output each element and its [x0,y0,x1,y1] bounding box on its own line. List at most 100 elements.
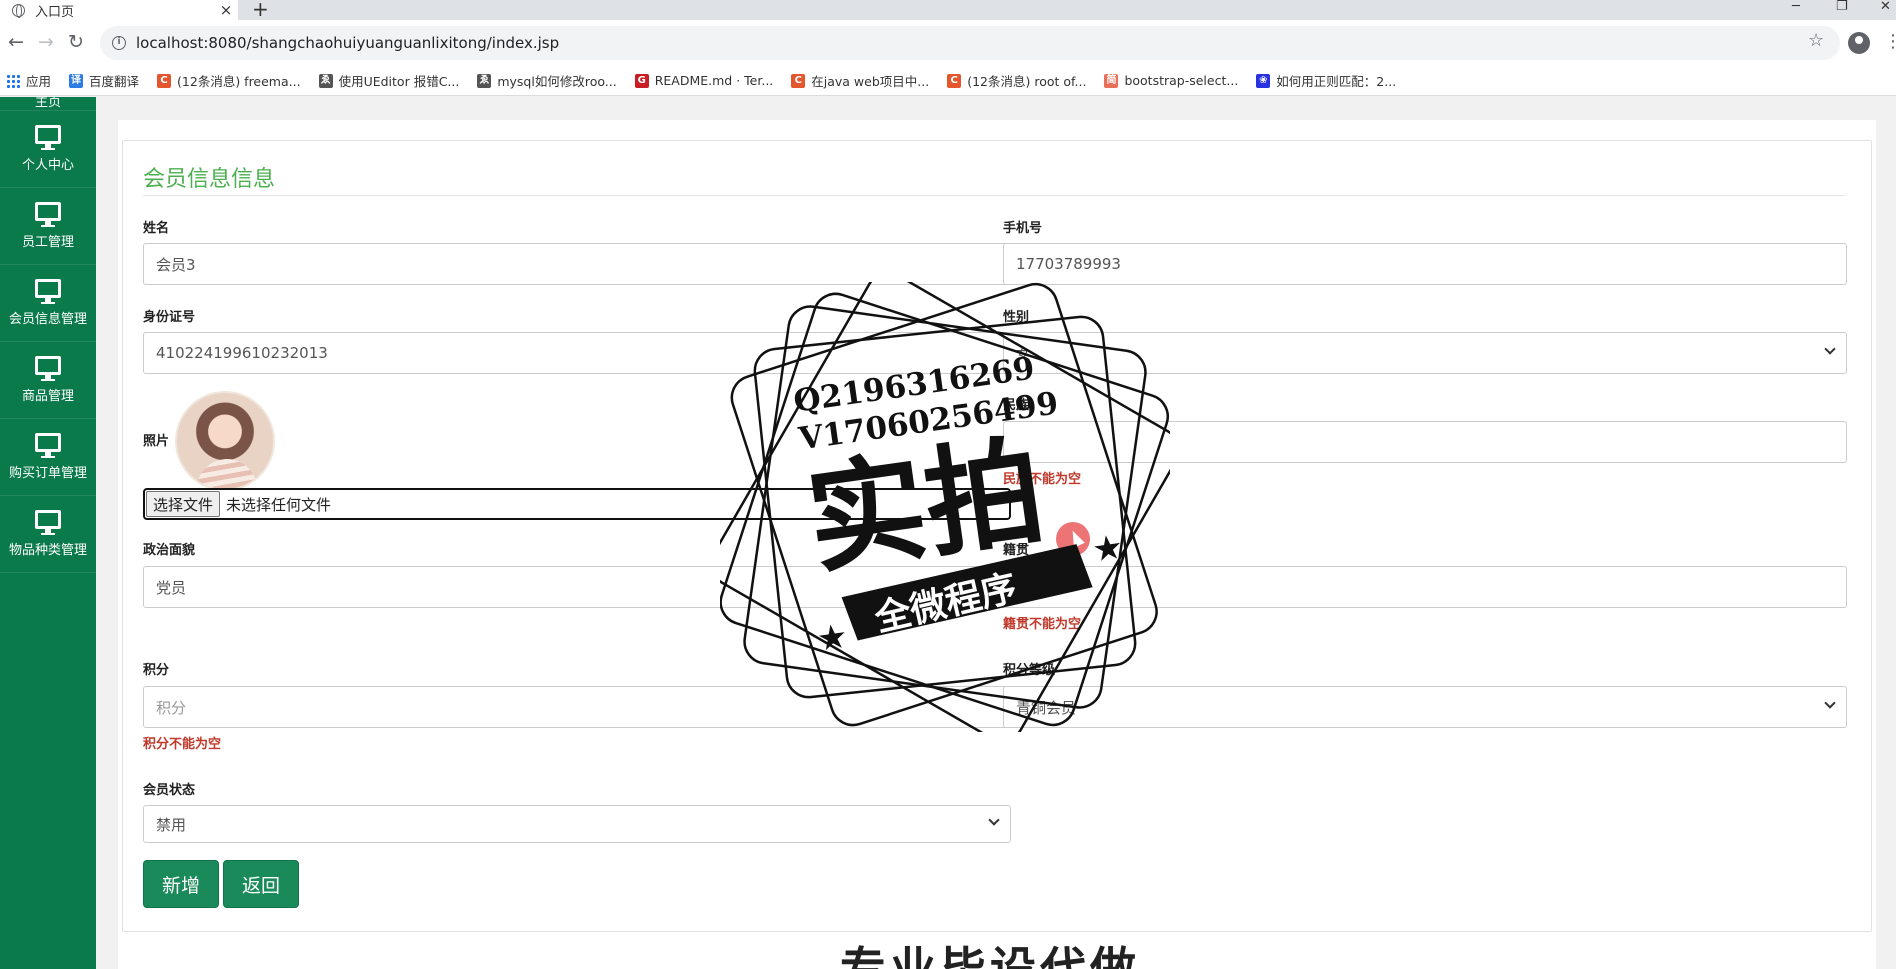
native-place-error: 籍贯不能为空 [1003,617,1082,632]
photo-file-input[interactable]: 选择文件 未选择任何文件 [143,488,1011,520]
chevron-down-icon [1824,343,1836,355]
bookmark-item[interactable]: 译百度翻译 [69,71,139,90]
idcard-input[interactable]: 410224199610232013 [143,332,1011,374]
points-label: 积分 [143,663,170,678]
phone-label: 手机号 [1003,221,1043,236]
sidebar-item-0[interactable]: 个人中心 [0,111,96,188]
points-input[interactable]: 积分 [143,686,1011,728]
chevron-down-icon [988,814,1000,826]
url-field[interactable]: i localhost:8080/shangchaohuiyuanguanlix… [100,26,1840,60]
sidebar-item-3[interactable]: 商品管理 [0,342,96,419]
native-place-input[interactable] [1003,566,1847,608]
csdn-icon: C [791,73,806,88]
bookmark-item[interactable]: G README.md · Ter... [634,73,774,88]
gender-value: 女 [1016,344,1032,363]
bookmark-label: mysql如何修改roo... [497,74,617,89]
info-icon[interactable]: i [112,36,126,50]
bookmark-item[interactable]: 简 bootstrap-select... [1104,73,1238,88]
profile-avatar-icon[interactable] [1848,32,1870,54]
sidebar-item-label: 物品种类管理 [8,543,87,558]
sidebar-item-5[interactable]: 物品种类管理 [0,496,96,573]
close-window-icon[interactable]: ✕ [1880,0,1891,14]
sidebar-item-label: 会员信息管理 [8,312,87,327]
title-divider [143,195,1845,196]
ethnicity-label: 民族 [1003,398,1030,413]
restore-icon[interactable]: ❐ [1836,0,1848,14]
sidebar: 主页 个人中心员工管理会员信息管理 商品管理购买订单管理 物品种类管理 [0,97,96,969]
choose-file-button[interactable]: 选择文件 [146,491,221,517]
monitor-icon [35,433,61,458]
browser-tab-active[interactable]: 入口页 × [0,0,238,20]
bookmark-item[interactable]: ゑ mysql如何修改roo... [477,71,617,90]
reload-icon[interactable]: ↻ [68,32,84,52]
political-label: 政治面貌 [143,543,196,558]
script-icon: ゑ [318,73,333,88]
points-level-label: 积分等级 [1003,663,1056,678]
form-title: 会员信息信息 [143,167,276,192]
ethnicity-input[interactable] [1003,421,1847,463]
sidebar-item-label: 购买订单管理 [8,466,87,481]
photo-label: 照片 [143,434,170,449]
points-level-select[interactable]: 青铜会员 [1003,686,1847,728]
chevron-down-icon [1824,697,1836,709]
sidebar-item-home[interactable]: 主页 [0,97,96,111]
forward-arrow-icon[interactable]: → [38,32,54,52]
status-value: 禁用 [156,815,187,834]
browser-menu-icon[interactable]: ⋮ [1884,32,1896,52]
csdn-icon: C [947,73,962,88]
points-level-value: 青铜会员 [1016,698,1077,717]
gitee-icon: G [634,73,649,88]
sidebar-item-2[interactable]: 会员信息管理 [0,265,96,342]
member-form-card: 会员信息信息 姓名 会员3 手机号 17703789993 身份证号 41022… [122,140,1872,932]
back-button[interactable]: 返回 [223,860,299,908]
native-place-label: 籍贯 [1003,543,1030,558]
name-input[interactable]: 会员3 [143,243,1011,285]
bookmark-label: bootstrap-select... [1124,73,1239,88]
footer-heading: 专业毕设代做 [840,942,1140,969]
bookmark-item[interactable]: C (12条消息) freema... [157,71,301,90]
csdn-icon: C [157,73,172,88]
sidebar-item-label: 商品管理 [21,389,74,404]
gender-select[interactable]: 女 [1003,332,1847,374]
tab-title: 入口页 [35,4,75,20]
bookmark-star-icon[interactable]: ☆ [1808,30,1824,51]
political-input[interactable]: 党员 [143,566,1011,608]
back-arrow-icon[interactable]: ← [8,32,24,52]
baidu-paw-icon: ❀ [1256,73,1271,88]
monitor-icon [35,279,61,304]
sidebar-item-label: 个人中心 [21,158,74,173]
minimize-icon[interactable]: ─ [1792,0,1800,14]
sidebar-item-label: 员工管理 [21,235,74,250]
bookmark-item[interactable]: ゑ使用UEditor 报错C... [318,71,459,90]
member-photo [175,391,275,491]
bookmark-item[interactable]: ❀ 如何用正则匹配：2... [1256,71,1396,90]
idcard-label: 身份证号 [143,310,196,325]
url-text: localhost:8080/shangchaohuiyuanguanlixit… [136,34,560,52]
bookmarks-bar: 应用 译百度翻译 C (12条消息) freema... ゑ使用UEditor 报错C.… [0,66,1896,96]
jianshu-icon: 简 [1104,73,1119,88]
mouse-cursor-icon [1056,522,1090,556]
sidebar-item-1[interactable]: 员工管理 [0,188,96,265]
close-tab-icon[interactable]: × [214,1,238,19]
bookmark-item[interactable]: 应用 [6,71,51,90]
monitor-icon [35,510,61,535]
file-status-text: 未选择任何文件 [226,495,332,514]
points-error: 积分不能为空 [143,737,222,752]
monitor-icon [35,202,61,227]
bookmark-label: (12条消息) root of... [967,74,1087,89]
sidebar-item-4[interactable]: 购买订单管理 [0,419,96,496]
bookmark-item[interactable]: C (12条消息) root of... [947,71,1086,90]
monitor-icon [35,356,61,381]
new-tab-button[interactable]: + [252,0,269,19]
phone-input[interactable]: 17703789993 [1003,243,1847,285]
address-bar: ← → ↻ i localhost:8080/shangchaohuiyuang… [0,20,1896,66]
sidebar-item-label: 主页 [34,97,61,110]
status-select[interactable]: 禁用 [143,805,1011,843]
bookmark-label: README.md · Ter... [654,73,774,88]
bookmark-label: 应用 [26,74,52,89]
globe-icon [12,3,25,18]
bookmark-item[interactable]: C 在java web项目中... [791,71,929,90]
add-button[interactable]: 新增 [143,860,219,908]
browser-tab-strip: 入口页 × + ─ ❐ ✕ [0,0,1896,20]
monitor-icon [35,125,61,150]
